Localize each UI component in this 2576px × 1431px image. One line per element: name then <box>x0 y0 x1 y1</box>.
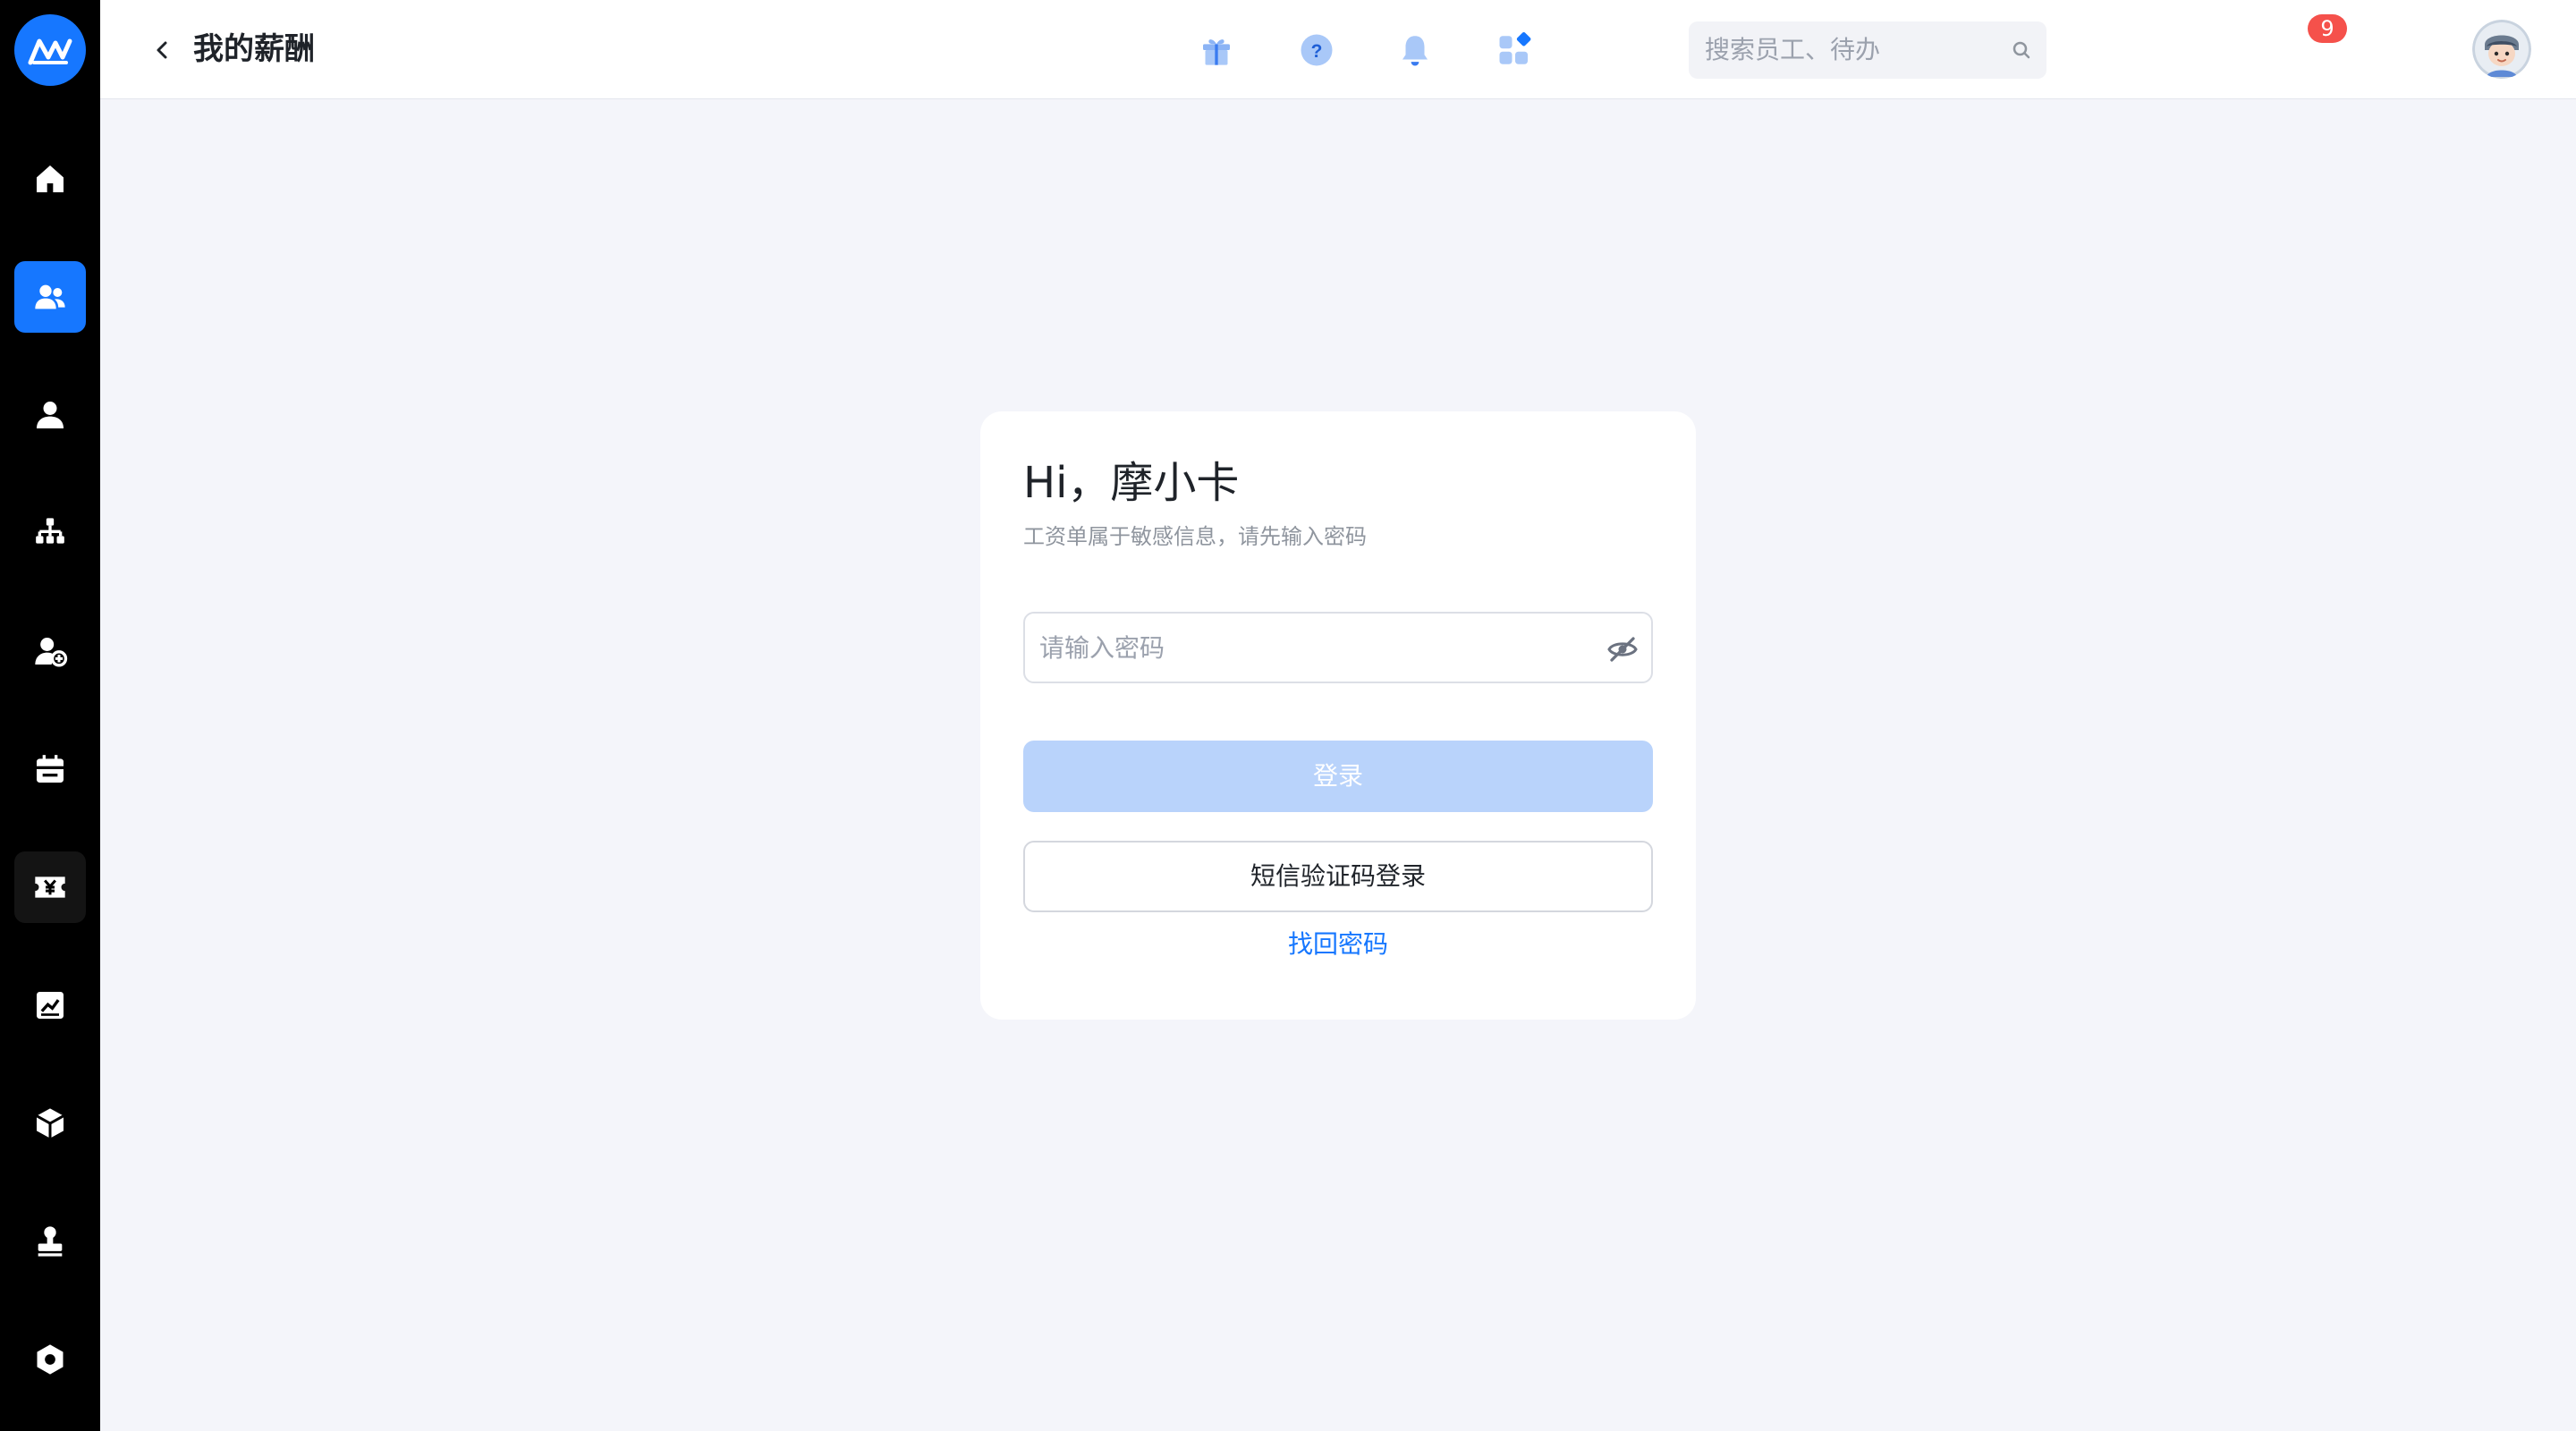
org-chart-icon <box>36 518 64 544</box>
sidebar-item-person[interactable] <box>14 379 86 451</box>
person-icon <box>37 402 64 428</box>
login-button[interactable]: 登录 <box>1023 741 1653 812</box>
top-header: 我的薪酬 搜索员工、待办 ? 9 <box>100 0 2576 99</box>
search-icon <box>2012 41 2030 59</box>
app-logo[interactable] <box>14 14 86 86</box>
sidebar-item-calendar[interactable] <box>14 733 86 805</box>
chart-icon <box>37 992 64 1019</box>
app-grid-button[interactable] <box>1492 27 1538 73</box>
sms-login-button[interactable]: 短信验证码登录 <box>1023 841 1653 912</box>
sidebar-item-settings[interactable] <box>14 1324 86 1395</box>
greeting-title: Hi，摩小卡 <box>1023 458 1240 508</box>
home-icon <box>37 165 64 192</box>
yen-ticket-icon <box>35 876 65 898</box>
calendar-icon <box>37 755 64 783</box>
sensitive-info-hint: 工资单属于敏感信息，请先输入密码 <box>1023 524 1367 549</box>
sidebar-item-apps[interactable] <box>14 1088 86 1159</box>
search-placeholder: 搜索员工、待办 <box>1705 35 1881 64</box>
cube-icon <box>36 1108 64 1139</box>
logo-icon <box>28 38 72 65</box>
svg-text:?: ? <box>1311 41 1323 62</box>
page-title: 我的薪酬 <box>193 31 315 67</box>
bell-icon <box>1402 36 1428 66</box>
eye-off-icon[interactable] <box>1606 633 1639 665</box>
add-person-icon <box>35 638 68 667</box>
stamp-icon <box>38 1226 63 1257</box>
sidebar-item-add-person[interactable] <box>14 615 86 687</box>
avatar-icon <box>2472 20 2531 79</box>
password-input[interactable] <box>1039 614 1576 682</box>
password-card: Hi，摩小卡 工资单属于敏感信息，请先输入密码 登录 短信验证码登录 找回密码 <box>980 411 1696 1020</box>
notification-badge: 9 <box>2308 14 2347 43</box>
notification-button[interactable] <box>1392 27 1438 73</box>
chevron-left-icon <box>157 41 167 59</box>
app-grid-icon <box>1499 31 1531 64</box>
sidebar <box>0 0 100 1431</box>
help-button[interactable]: ? <box>1293 27 1340 73</box>
sidebar-item-approval[interactable] <box>14 1206 86 1277</box>
forgot-password-link[interactable]: 找回密码 <box>980 927 1696 962</box>
gift-button[interactable] <box>1193 27 1240 73</box>
password-field[interactable] <box>1023 612 1653 683</box>
sidebar-item-team[interactable] <box>14 261 86 333</box>
sidebar-item-org[interactable] <box>14 497 86 569</box>
search-input[interactable]: 搜索员工、待办 <box>1689 21 2046 79</box>
user-avatar[interactable] <box>2472 20 2531 79</box>
sidebar-item-payroll[interactable] <box>14 851 86 923</box>
help-icon: ? <box>1301 34 1333 66</box>
back-button[interactable] <box>145 32 181 68</box>
sidebar-item-report[interactable] <box>14 970 86 1041</box>
settings-icon <box>37 1344 64 1375</box>
app-root: 我的薪酬 搜索员工、待办 ? 9 Hi，摩小卡 工资单属于敏感信息，请先输入密码… <box>0 0 2576 1431</box>
team-icon <box>35 284 65 309</box>
sidebar-item-home[interactable] <box>14 143 86 215</box>
gift-icon <box>1203 39 1230 65</box>
